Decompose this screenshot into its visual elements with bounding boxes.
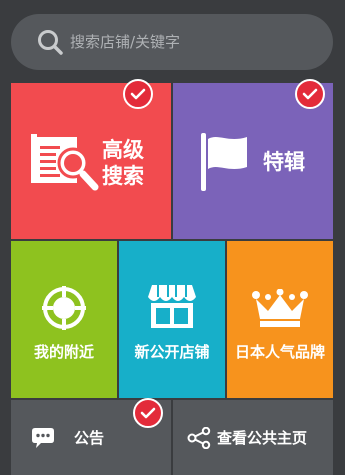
advanced-search-tile[interactable]: 高级 搜索 [11,79,171,239]
japan-popular-brands-label: 日本人气品牌 [234,343,325,361]
special-feature-tile[interactable]: 特辑 [173,79,333,239]
public-homepage-label: 查看公共主页 [217,429,308,447]
chat-bubble-icon [32,428,54,448]
share-icon [187,427,211,449]
document-magnifier-icon [31,134,99,191]
selected-check-icon [133,398,163,428]
search-bar[interactable] [11,14,333,70]
nearby-tile[interactable]: 我的附近 [11,241,117,398]
notice-label: 公告 [74,429,105,447]
new-stores-label: 新公开店铺 [134,343,210,361]
notice-tile[interactable]: 公告 [11,398,171,475]
advanced-search-label-line2: 搜索 [102,164,144,188]
selected-check-icon [123,79,153,109]
public-homepage-tile[interactable]: 查看公共主页 [173,400,333,475]
crosshair-icon [42,286,86,330]
special-feature-label: 特辑 [263,150,305,174]
japan-popular-brands-tile[interactable]: 日本人气品牌 [227,241,333,398]
flag-icon [201,133,247,191]
search-icon [38,30,63,55]
new-stores-tile[interactable]: 新公开店铺 [119,241,225,398]
nearby-label: 我的附近 [33,343,94,361]
advanced-search-label-line1: 高级 [102,138,144,162]
search-input[interactable] [70,14,320,70]
selected-check-icon [295,79,325,109]
crown-icon [252,289,308,327]
storefront-icon [148,285,196,328]
